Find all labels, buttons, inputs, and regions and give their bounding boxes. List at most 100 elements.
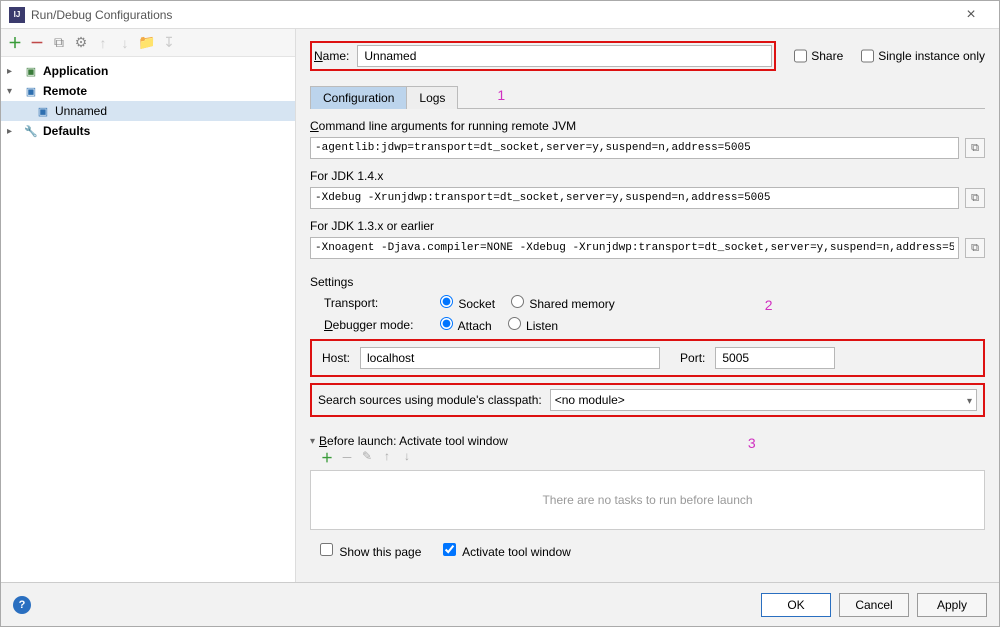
settings-label: Settings [310,275,985,289]
settings-icon[interactable]: ⚙ [73,35,89,51]
expand-icon[interactable]: ▸ [7,126,19,137]
before-launch-list: There are no tasks to run before launch [310,470,985,530]
config-tree: ▸ ▣ Application ▾ ▣ Remote ▣ Unnamed ▸ 🔧… [1,57,295,582]
single-instance-row[interactable]: Single instance only [861,45,985,67]
cmd-args-label: Command line arguments for running remot… [310,119,985,133]
close-icon[interactable]: × [951,6,991,24]
copy-icon[interactable]: ⧉ [965,238,985,258]
show-this-page-row[interactable]: Show this page [316,540,421,559]
copy-config-icon[interactable]: ⧉ [51,35,67,51]
host-input[interactable] [360,347,660,369]
activate-tool-window-label: Activate tool window [462,545,571,559]
help-icon[interactable]: ? [13,596,31,614]
move-down-icon[interactable]: ↓ [117,35,133,51]
sort-icon[interactable]: ↧ [161,35,177,51]
share-checkbox[interactable] [794,45,807,67]
tree-item-remote[interactable]: ▾ ▣ Remote [1,81,295,101]
tree-label: Remote [43,84,87,98]
titlebar: IJ Run/Debug Configurations × [1,1,999,29]
socket-radio[interactable] [440,295,453,308]
before-launch-toolbar: ＋ － ✎ ↑ ↓ [310,449,985,466]
cmd-args-row: ⧉ [310,137,985,159]
add-config-icon[interactable]: ＋ [7,35,23,51]
tabbar: Configuration Logs 1 [310,85,985,109]
transport-row: Transport: Socket Shared memory 2 [324,295,985,311]
debugger-mode-label: Debugger mode: [324,318,424,332]
move-up-icon[interactable]: ↑ [95,35,111,51]
shared-memory-label: Shared memory [529,297,614,311]
before-launch-empty: There are no tasks to run before launch [542,493,752,507]
single-instance-checkbox[interactable] [861,45,874,67]
attach-label: Attach [458,319,492,333]
before-launch-header-row[interactable]: ▾ Before launch: Activate tool window 3 [310,433,985,449]
tab-configuration[interactable]: Configuration [310,86,407,109]
ok-button[interactable]: OK [761,593,831,617]
tree-label: Application [43,64,108,78]
radio-attach[interactable]: Attach [434,317,492,333]
tree-item-defaults[interactable]: ▸ 🔧 Defaults [1,121,295,141]
tree-item-application[interactable]: ▸ ▣ Application [1,61,295,81]
edit-task-icon[interactable]: ✎ [360,449,374,466]
remote-icon: ▣ [35,103,51,119]
before-launch-header: Before launch: Activate tool window [319,434,508,448]
collapse-icon[interactable]: ▾ [7,86,19,97]
host-label: Host: [322,351,350,365]
radio-listen[interactable]: Listen [502,317,558,333]
settings-block: Settings Transport: Socket Shared memory… [310,265,985,377]
copy-icon[interactable]: ⧉ [965,188,985,208]
cancel-button[interactable]: Cancel [839,593,909,617]
app-icon: IJ [9,7,25,23]
left-panel: ＋ － ⧉ ⚙ ↑ ↓ 📁 ↧ ▸ ▣ Application ▾ ▣ Remo… [1,29,296,582]
folder-icon[interactable]: 📁 [139,35,155,51]
host-port-highlight: Host: Port: [310,339,985,377]
move-down-icon[interactable]: ↓ [400,449,414,466]
application-icon: ▣ [23,63,39,79]
dialog-body: ＋ － ⧉ ⚙ ↑ ↓ 📁 ↧ ▸ ▣ Application ▾ ▣ Remo… [1,29,999,582]
expand-icon[interactable]: ▸ [7,66,19,77]
copy-icon[interactable]: ⧉ [965,138,985,158]
activate-tool-window-checkbox[interactable] [443,543,456,556]
apply-button[interactable]: Apply [917,593,987,617]
shared-memory-radio[interactable] [511,295,524,308]
remove-config-icon[interactable]: － [29,35,45,51]
radio-shared-memory[interactable]: Shared memory [505,295,615,311]
name-highlight: Name: [310,41,776,71]
debugger-mode-row: Debugger mode: Attach Listen [324,317,985,333]
tree-label: Defaults [43,124,90,138]
show-this-page-checkbox[interactable] [320,543,333,556]
jdk14-field[interactable] [310,187,959,209]
activate-tool-window-row[interactable]: Activate tool window [439,540,570,559]
window-title: Run/Debug Configurations [31,8,951,22]
socket-label: Socket [458,297,495,311]
move-up-icon[interactable]: ↑ [380,449,394,466]
port-input[interactable] [715,347,835,369]
jdk13-row: ⧉ [310,237,985,259]
remove-task-icon[interactable]: － [340,449,354,466]
attach-radio[interactable] [440,317,453,330]
radio-socket[interactable]: Socket [434,295,495,311]
name-input[interactable] [357,45,772,67]
chevron-down-icon [967,393,972,407]
remote-icon: ▣ [23,83,39,99]
classpath-label: Search sources using module's classpath: [318,393,542,407]
show-this-page-label: Show this page [339,545,421,559]
classpath-select[interactable]: <no module> [550,389,977,411]
wrench-icon: 🔧 [23,123,39,139]
tree-item-unnamed[interactable]: ▣ Unnamed [1,101,295,121]
annotation-3: 3 [748,435,756,451]
annotation-1: 1 [497,87,505,110]
port-label: Port: [680,351,705,365]
share-checkbox-row[interactable]: Share [794,45,843,67]
collapse-icon[interactable]: ▾ [310,436,315,447]
tab-logs[interactable]: Logs [406,86,458,109]
cmd-args-field[interactable] [310,137,959,159]
add-task-icon[interactable]: ＋ [320,449,334,466]
jdk13-field[interactable] [310,237,959,259]
dialog-window: IJ Run/Debug Configurations × ＋ － ⧉ ⚙ ↑ … [0,0,1000,627]
dialog-footer: ? OK Cancel Apply [1,582,999,626]
jdk13-label: For JDK 1.3.x or earlier [310,219,985,233]
right-panel: Name: Share Single instance only Configu… [296,29,999,582]
annotation-2: 2 [765,297,773,313]
before-launch-section: ▾ Before launch: Activate tool window 3 … [310,433,985,559]
listen-radio[interactable] [508,317,521,330]
